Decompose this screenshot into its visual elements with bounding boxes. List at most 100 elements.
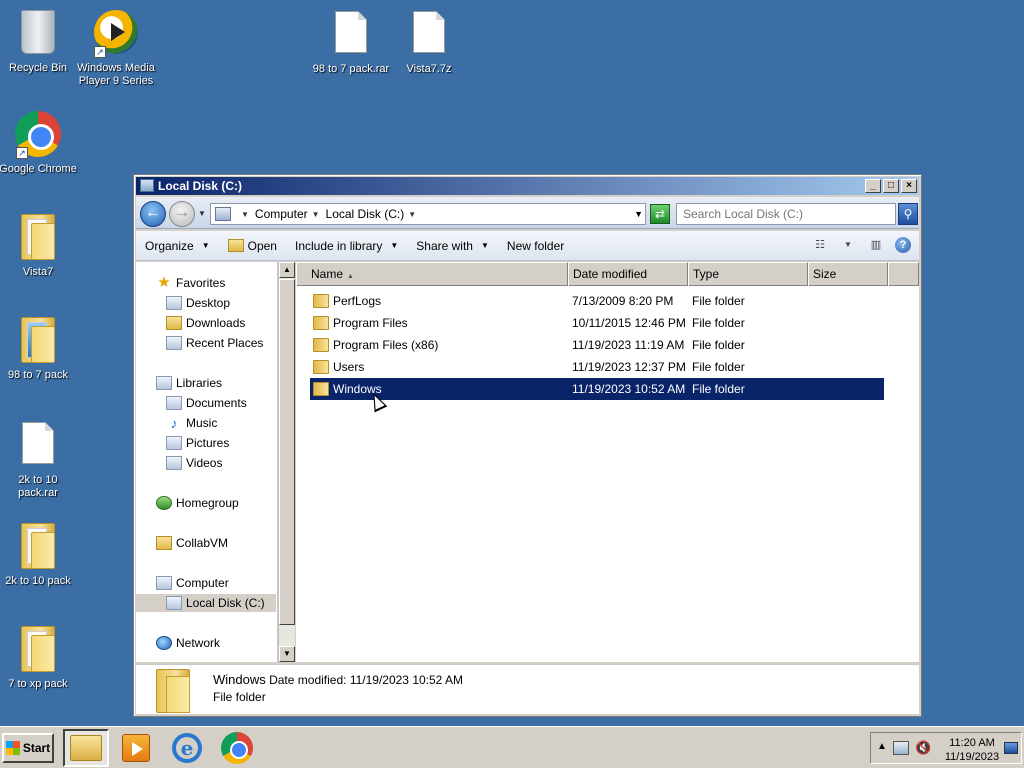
nav-favorites[interactable]: ★ Favorites <box>156 274 225 292</box>
file-date: 7/13/2009 8:20 PM <box>572 294 674 308</box>
windows-logo-icon <box>5 741 20 755</box>
breadcrumb-computer[interactable]: Computer <box>255 207 308 221</box>
desktop-icon-label: 98 to 7 pack <box>8 369 68 381</box>
new-folder-button[interactable]: New folder <box>498 231 573 260</box>
details-type: File folder <box>213 690 266 704</box>
desktop-icon-recycle-bin[interactable]: Recycle Bin <box>0 8 78 75</box>
include-in-library-button[interactable]: Include in library ▼ <box>286 231 407 260</box>
maximize-button[interactable]: □ <box>883 179 899 193</box>
forward-button[interactable]: → <box>169 201 195 227</box>
scroll-down-icon[interactable]: ▼ <box>279 646 295 662</box>
music-icon: ♪ <box>170 415 178 431</box>
taskbar-media-player[interactable] <box>113 729 159 767</box>
share-with-button[interactable]: Share with ▼ <box>407 231 498 260</box>
show-hidden-icons-icon[interactable]: ▲ <box>877 741 887 752</box>
drive-icon <box>166 596 182 610</box>
libraries-icon <box>156 376 172 390</box>
address-dropdown-icon[interactable]: ▼ <box>634 209 643 219</box>
column-date-modified[interactable]: Date modified <box>568 262 688 286</box>
column-size[interactable]: Size <box>808 262 888 286</box>
search-icon[interactable]: ⚲ <box>898 203 918 225</box>
system-tray: ▲ 🔇 11:20 AM 11/19/2023 <box>870 732 1022 764</box>
desktop-icon-vista7[interactable]: Vista7 <box>0 213 78 279</box>
folder-icon <box>313 294 329 308</box>
nav-downloads[interactable]: Downloads <box>166 314 245 332</box>
clock[interactable]: 11:20 AM 11/19/2023 <box>941 736 1003 764</box>
desktop-icon-98-to-7-pack[interactable]: 98 to 7 pack <box>0 316 78 382</box>
star-icon: ★ <box>157 274 171 291</box>
column-type[interactable]: Type <box>688 262 808 286</box>
clock-time: 11:20 AM <box>949 737 995 749</box>
file-name: Program Files (x86) <box>333 338 439 352</box>
table-row-selected[interactable]: Windows 11/19/2023 10:52 AM File folder <box>310 378 884 400</box>
nav-computer[interactable]: Computer <box>156 574 229 592</box>
nav-documents[interactable]: Documents <box>166 394 247 412</box>
start-button[interactable]: Start <box>2 733 54 763</box>
table-row[interactable]: Program Files 10/11/2015 12:46 PM File f… <box>310 312 884 334</box>
breadcrumb-local-disk[interactable]: Local Disk (C:) <box>326 207 405 221</box>
change-view-icon[interactable]: ☷ <box>811 237 829 253</box>
search-input[interactable] <box>676 203 896 225</box>
breadcrumb-chevron-icon[interactable]: ▼ <box>312 210 320 219</box>
breadcrumb-chevron-icon[interactable]: ▼ <box>241 210 249 219</box>
nav-local-disk[interactable]: Local Disk (C:) <box>136 594 276 612</box>
nav-collabvm[interactable]: CollabVM <box>156 534 228 552</box>
taskbar-explorer[interactable] <box>63 729 109 767</box>
desktop-icon-98-to-7-pack-rar[interactable]: 98 to 7 pack.rar <box>311 8 391 76</box>
nav-desktop[interactable]: Desktop <box>166 294 230 312</box>
open-button[interactable]: Open <box>219 231 286 260</box>
table-row[interactable]: Program Files (x86) 11/19/2023 11:19 AM … <box>310 334 884 356</box>
minimize-button[interactable]: _ <box>865 179 881 193</box>
file-date: 11/19/2023 11:19 AM <box>572 338 685 352</box>
volume-muted-icon[interactable]: 🔇 <box>915 741 931 755</box>
nav-label: Recent Places <box>186 336 264 350</box>
explorer-icon <box>70 735 102 761</box>
desktop-icon-label: 98 to 7 pack.rar <box>312 63 390 75</box>
pictures-icon <box>166 436 182 450</box>
file-name: Program Files <box>333 316 408 330</box>
window-titlebar[interactable]: Local Disk (C:) _ □ × <box>136 177 919 195</box>
back-button[interactable]: ← <box>140 201 166 227</box>
column-name[interactable]: Name ▲ <box>296 262 568 286</box>
nav-homegroup[interactable]: Homegroup <box>156 494 239 512</box>
nav-libraries[interactable]: Libraries <box>156 374 222 392</box>
refresh-button[interactable]: ⇄ <box>650 204 670 224</box>
nav-videos[interactable]: Videos <box>166 454 222 472</box>
user-folder-icon <box>156 536 172 550</box>
desktop-icon-2k-to-10-pack[interactable]: 2k to 10 pack <box>0 522 78 588</box>
downloads-icon <box>166 316 182 330</box>
taskbar-chrome[interactable] <box>214 729 260 767</box>
nav-music[interactable]: ♪ Music <box>166 414 218 432</box>
breadcrumb[interactable]: ▼ Computer ▼ Local Disk (C:) ▼ ▼ <box>210 203 646 225</box>
close-button[interactable]: × <box>901 179 917 193</box>
nav-network[interactable]: Network <box>156 634 220 652</box>
table-row[interactable]: PerfLogs 7/13/2009 8:20 PM File folder <box>310 290 884 312</box>
taskbar-internet-explorer[interactable]: e <box>164 729 210 767</box>
recent-pages-dropdown[interactable]: ▼ <box>198 209 206 218</box>
breadcrumb-chevron-icon[interactable]: ▼ <box>408 210 416 219</box>
scrollbar-thumb[interactable] <box>279 279 295 625</box>
organize-button[interactable]: Organize ▼ <box>136 231 219 260</box>
column-filler <box>888 262 919 286</box>
scroll-up-icon[interactable]: ▲ <box>279 262 295 278</box>
chevron-down-icon: ▼ <box>390 241 399 250</box>
preview-pane-icon[interactable]: ▥ <box>867 237 885 253</box>
show-desktop-icon[interactable] <box>1004 742 1018 754</box>
table-row[interactable]: Users 11/19/2023 12:37 PM File folder <box>310 356 884 378</box>
nav-pictures[interactable]: Pictures <box>166 434 229 452</box>
network-icon[interactable] <box>893 741 909 755</box>
folder-icon <box>21 523 55 569</box>
desktop-icon-vista7-7z[interactable]: Vista7.7z <box>389 8 469 76</box>
folder-icon <box>21 317 55 363</box>
help-icon[interactable]: ? <box>895 237 911 253</box>
desktop-icon-label: 7 to xp pack <box>8 678 68 690</box>
nav-label: Documents <box>186 396 247 410</box>
desktop-icon-2k-to-10-pack-rar[interactable]: 2k to 10 pack.rar <box>0 419 78 500</box>
desktop-icon-7-to-xp-pack[interactable]: 7 to xp pack <box>0 625 78 691</box>
nav-recent-places[interactable]: Recent Places <box>166 334 263 352</box>
file-type: File folder <box>692 360 745 374</box>
desktop-icon-windows-media-player[interactable]: ↗ Windows Media Player 9 Series <box>76 8 156 88</box>
desktop-icon-google-chrome[interactable]: ↗ Google Chrome <box>0 110 78 176</box>
nav-pane-scrollbar[interactable]: ▲ ▼ <box>278 262 295 662</box>
view-options-chevron-icon[interactable]: ▼ <box>839 237 857 253</box>
